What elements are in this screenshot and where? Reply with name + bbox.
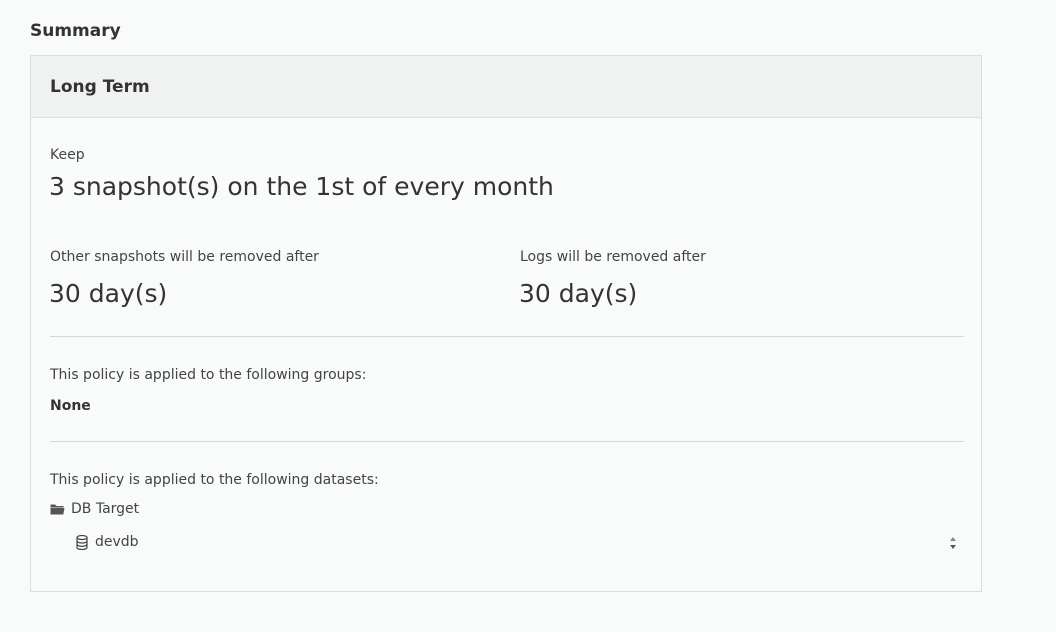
keep-label: Keep <box>50 147 85 163</box>
other-snapshots-value: 30 day(s) <box>49 279 168 308</box>
folder-icon <box>50 503 65 515</box>
summary-title: Summary <box>30 21 121 41</box>
tree-folder-item[interactable]: DB Target <box>50 501 139 517</box>
groups-label: This policy is applied to the following … <box>50 367 367 383</box>
database-icon <box>76 534 88 550</box>
divider <box>50 441 964 442</box>
divider <box>50 336 964 337</box>
keep-value: 3 snapshot(s) on the 1st of every month <box>49 172 554 201</box>
scroll-down-icon <box>950 545 956 549</box>
tree-database-label: devdb <box>95 534 139 550</box>
groups-value: None <box>50 398 91 414</box>
policy-card: Long Term Keep 3 snapshot(s) on the 1st … <box>30 55 982 592</box>
tree-database-item[interactable]: devdb <box>76 534 139 550</box>
logs-label: Logs will be removed after <box>520 249 706 265</box>
card-header-title: Long Term <box>31 56 981 118</box>
logs-value: 30 day(s) <box>519 279 638 308</box>
scroll-up-icon <box>950 537 956 541</box>
datasets-label: This policy is applied to the following … <box>50 472 379 488</box>
tree-folder-label: DB Target <box>71 501 140 517</box>
spinner-arrows[interactable] <box>947 531 959 555</box>
other-snapshots-label: Other snapshots will be removed after <box>50 249 319 265</box>
